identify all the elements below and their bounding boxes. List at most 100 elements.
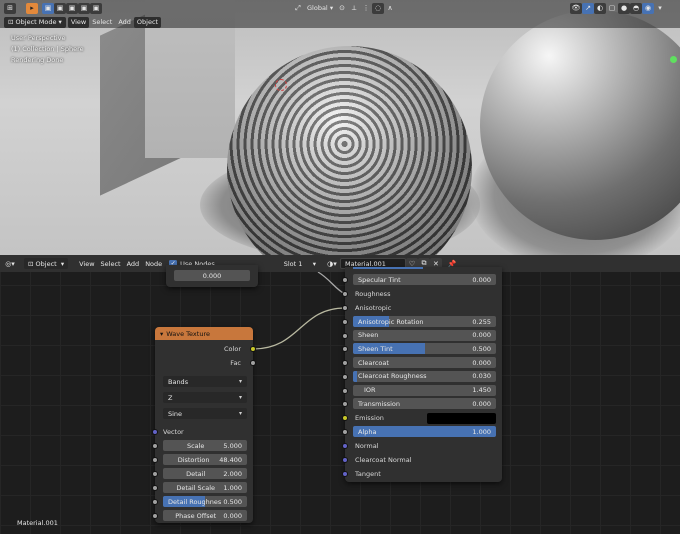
wave-type-dropdown[interactable]: Bands ▾ xyxy=(163,376,247,387)
input-detail-socket[interactable] xyxy=(152,471,158,477)
ne-menu-view[interactable]: View xyxy=(76,258,97,269)
anisotropic-label: Anisotropic xyxy=(355,304,392,312)
input-transmission-socket[interactable] xyxy=(342,401,348,408)
clearcoat-roughness-label: Clearcoat Roughness xyxy=(358,372,427,381)
input-detail-roughness-socket[interactable] xyxy=(152,499,158,505)
input-vector-label: Vector xyxy=(163,428,184,436)
ne-menu-add[interactable]: Add xyxy=(124,258,143,269)
transmission-value: 0.000 xyxy=(472,399,491,408)
input-sheen-tint-socket[interactable] xyxy=(342,346,348,353)
input-clearcoat-socket[interactable] xyxy=(342,360,348,367)
proportional-falloff-icon[interactable]: ∧ xyxy=(384,3,396,14)
transmission-field[interactable]: Transmission 0.000 xyxy=(353,398,496,410)
detail-scale-field[interactable]: Detail Scale 1.000 xyxy=(163,482,247,493)
xray-toggle-icon[interactable]: ▢ xyxy=(606,3,618,14)
sheen-tint-field[interactable]: Sheen Tint 0.500 xyxy=(353,343,496,355)
wave-texture-node[interactable]: ▾ Wave Texture Color Fac Bands ▾ Z ▾ Sine ▾… xyxy=(152,327,256,523)
ne-menu-node[interactable]: Node xyxy=(142,258,165,269)
3d-viewport[interactable]: ⊞ ▸ ▣ ▣ ▣ ▣ ▣ ⤢ Global ▾ ⊙ ⟂ ⋮ ◌ ∧ 👁 ↗ ◐ xyxy=(0,0,680,255)
chevron-down-icon: ▾ xyxy=(238,410,242,417)
detail-roughness-field[interactable]: Detail Roughnes 0.500 xyxy=(163,496,247,507)
editor-type-icon[interactable]: ◎▾ xyxy=(4,258,16,269)
pivot-point-icon[interactable]: ⊙ xyxy=(336,3,348,14)
partial-node-value-field[interactable]: 0.000 xyxy=(174,270,250,281)
input-ior-socket[interactable] xyxy=(342,387,348,394)
clearcoat-value: 0.000 xyxy=(472,358,491,367)
ne-menu-select[interactable]: Select xyxy=(98,258,124,269)
phase-offset-field[interactable]: Phase Offset 0.000 xyxy=(163,510,247,521)
wave-texture-header[interactable]: ▾ Wave Texture xyxy=(155,327,253,340)
tangent-row: Tangent xyxy=(345,468,502,480)
gizmo-dot-icon[interactable] xyxy=(670,56,677,63)
scale-field[interactable]: Scale 5.000 xyxy=(163,440,247,451)
input-vector-row: Vector xyxy=(155,426,253,438)
select-mode-intersect-icon[interactable]: ▣ xyxy=(90,2,102,14)
input-alpha-socket[interactable] xyxy=(342,429,348,435)
anisotropic-rotation-label: Anisotropic Rotation xyxy=(358,317,424,326)
scale-value: 5.000 xyxy=(223,441,242,450)
input-specular-tint-socket[interactable] xyxy=(342,277,348,283)
output-fac-row: Fac xyxy=(155,357,253,369)
emission-color-swatch[interactable] xyxy=(427,413,496,424)
editor-object-dropdown[interactable]: ⊡ Object ▾ xyxy=(24,258,69,269)
transform-orientation-dropdown[interactable]: Global ▾ xyxy=(304,3,336,14)
input-distortion-socket[interactable] xyxy=(152,457,158,463)
menu-object[interactable]: Object xyxy=(133,16,162,28)
output-fac-socket[interactable] xyxy=(250,360,256,366)
clearcoat-roughness-field[interactable]: Clearcoat Roughness 0.030 xyxy=(353,370,496,382)
select-mode-subtract-icon[interactable]: ▣ xyxy=(66,2,78,14)
ior-field[interactable]: IOR 1.450 xyxy=(353,384,496,396)
gizmo-toggle-icon[interactable]: ↗ xyxy=(582,2,594,14)
partial-node[interactable]: 0.000 xyxy=(166,265,258,287)
node-links xyxy=(252,271,346,350)
3d-cursor-icon[interactable] xyxy=(275,79,287,91)
specular-tint-field[interactable]: Specular Tint 0.000 xyxy=(353,274,496,285)
shading-material-icon[interactable]: ◓ xyxy=(630,2,642,14)
proportional-edit-icon[interactable]: ◌ xyxy=(372,2,385,14)
viewport-header: ⊞ ▸ ▣ ▣ ▣ ▣ ▣ ⤢ Global ▾ ⊙ ⟂ ⋮ ◌ ∧ 👁 ↗ ◐ xyxy=(0,0,680,28)
object-mode-dropdown[interactable]: ⊡ Object Mode ▾ xyxy=(4,16,66,28)
alpha-field[interactable]: Alpha 1.000 xyxy=(353,426,496,437)
wave-direction-dropdown[interactable]: Z ▾ xyxy=(163,392,247,403)
visibility-icon[interactable]: 👁 xyxy=(570,2,582,14)
wave-profile-dropdown[interactable]: Sine ▾ xyxy=(163,408,247,419)
wave-direction-label: Z xyxy=(168,393,173,402)
input-phase-offset-socket[interactable] xyxy=(152,513,158,519)
select-mode-invert-icon[interactable]: ▣ xyxy=(78,2,90,14)
shader-node-editor[interactable]: ◎▾ ⊡ Object ▾ View Select Add Node ✓ Use… xyxy=(0,255,680,534)
input-anisotropic-rotation-socket[interactable] xyxy=(342,319,348,325)
sheen-field[interactable]: Sheen 0.000 xyxy=(353,329,496,341)
transform-orientation-icon[interactable]: ⤢ xyxy=(292,3,304,14)
partial-node-value: 0.000 xyxy=(202,271,222,280)
sheen-tint-label: Sheen Tint xyxy=(358,344,393,353)
select-mode-extend-icon[interactable]: ▣ xyxy=(54,2,66,14)
menu-select[interactable]: Select xyxy=(89,17,115,28)
output-color-label: Color xyxy=(224,345,241,353)
clearcoat-normal-row: Clearcoat Normal xyxy=(345,454,502,466)
distortion-field[interactable]: Distortion 48.400 xyxy=(163,454,247,465)
shading-solid-icon[interactable]: ● xyxy=(618,2,630,14)
select-tool-icon[interactable]: ▸ xyxy=(26,2,38,14)
snap-icon[interactable]: ⟂ xyxy=(348,3,360,14)
select-mode-new-icon[interactable]: ▣ xyxy=(42,2,54,14)
snap-target-icon[interactable]: ⋮ xyxy=(360,3,372,14)
collapse-chevron-icon[interactable]: ▾ xyxy=(160,330,163,338)
output-color-socket[interactable] xyxy=(250,346,256,352)
principled-bsdf-node[interactable]: Specular Tint 0.000 Roughness Anisotropic… xyxy=(342,267,502,482)
slot-dropdown[interactable]: Slot 1 ▾ xyxy=(280,258,320,269)
input-clearcoat-roughness-socket[interactable] xyxy=(342,373,348,380)
input-detail-scale-socket[interactable] xyxy=(152,485,158,491)
detail-field[interactable]: Detail 2.000 xyxy=(163,468,247,479)
anisotropic-rotation-field[interactable]: Anisotropic Rotation 0.255 xyxy=(353,316,496,327)
shading-rendered-icon[interactable]: ◉ xyxy=(642,2,654,14)
menu-add[interactable]: Add xyxy=(115,17,134,28)
overlay-toggle-icon[interactable]: ◐ xyxy=(594,2,606,14)
menu-view[interactable]: View xyxy=(67,16,90,28)
input-sheen-socket[interactable] xyxy=(342,332,348,339)
input-scale-socket[interactable] xyxy=(152,443,158,449)
wave-textured-sphere[interactable] xyxy=(227,46,472,255)
material-browse-icon[interactable]: ◑▾ xyxy=(326,258,338,269)
clearcoat-field[interactable]: Clearcoat 0.000 xyxy=(353,357,496,369)
shading-options-icon[interactable]: ▾ xyxy=(654,3,666,14)
editor-type-icon[interactable]: ⊞ xyxy=(4,2,16,14)
